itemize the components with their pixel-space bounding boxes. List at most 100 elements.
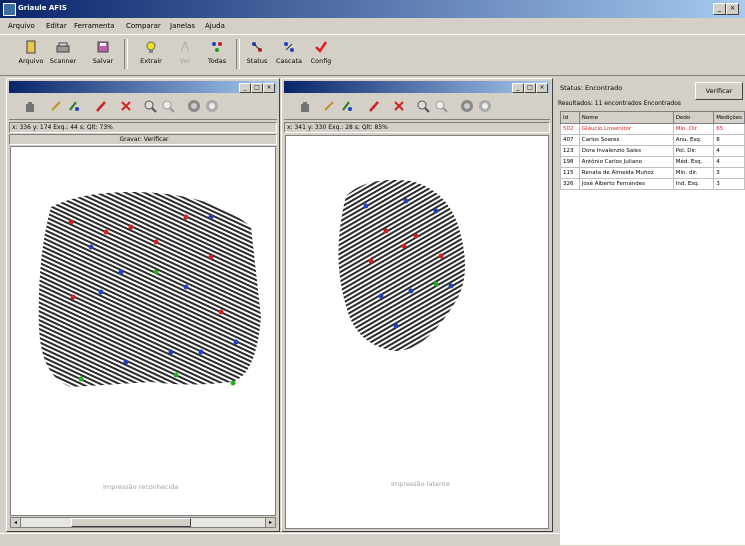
results-summary: Resultados: 11 encontrados Encontrados [558, 100, 682, 107]
results-pane: Status: Encontrado Verificar Resultados:… [555, 78, 745, 545]
left-status-line: x: 336 y: 174 Exq.: 44 s; Qlt: 73% [9, 122, 277, 133]
edit-minutiae-icon[interactable] [67, 99, 81, 113]
row-score: 4 [713, 145, 745, 157]
scanner-button[interactable]: Scanner [46, 38, 80, 72]
ver-button[interactable]: Ver [168, 38, 202, 72]
right-fingerprint-image-area[interactable]: Impressão latente [285, 135, 549, 529]
left-maximize-button[interactable]: □ [251, 83, 263, 93]
scanner-icon [56, 42, 70, 53]
status-button[interactable]: Status [240, 38, 274, 72]
search-status: Status: Encontrado [560, 84, 623, 92]
table-row[interactable]: 115 Renata de Almeida Muñoz Mín. dir. 3 [560, 167, 745, 179]
fingerprint-compare-icon[interactable] [205, 99, 219, 113]
arquivo-button[interactable]: Arquivo [14, 38, 48, 72]
row-finger: Mín. Dir. [672, 123, 715, 135]
ver-label: Ver [179, 57, 191, 65]
zoom-in-icon[interactable] [143, 99, 157, 113]
arquivo-label: Arquivo [18, 57, 44, 65]
config-label: Config [310, 57, 332, 65]
close-button[interactable]: × [726, 3, 739, 15]
row-id: 502 [560, 123, 580, 135]
salvar-button[interactable]: Salvar [86, 38, 120, 72]
col-nome[interactable]: Nome [578, 111, 674, 124]
row-score: 8 [713, 134, 745, 146]
left-close-button[interactable]: × [263, 83, 275, 93]
right-fingerprint-window: _ □ × x: 341 y: 330 Exq.: 28 s; Qlt: 85%… [281, 78, 553, 532]
table-row[interactable]: 123 Dora Invalenzio Sales Pol. Dir. 4 [560, 145, 745, 157]
table-row[interactable]: 326 José Alberto Fernandes Ind. Esq. 3 [560, 178, 745, 190]
delete-minutia-icon[interactable] [119, 99, 133, 113]
col-dedo[interactable]: Dedo [672, 111, 715, 124]
cascata-button[interactable]: Cascata [272, 38, 306, 72]
status-icon [252, 42, 262, 52]
delete-minutia-icon[interactable] [392, 99, 406, 113]
menu-comparar[interactable]: Comparar [126, 22, 161, 30]
col-medicoes[interactable]: Medições [713, 111, 745, 124]
row-id: 198 [560, 156, 580, 168]
menu-janelas[interactable]: Janelas [170, 22, 195, 30]
minimize-button[interactable]: _ [713, 3, 726, 15]
right-image-caption: Impressão latente [391, 480, 450, 488]
add-minutia-icon[interactable] [95, 99, 109, 113]
zoom-out-icon[interactable] [161, 99, 175, 113]
right-close-button[interactable]: × [536, 83, 548, 93]
menu-arquivo[interactable]: Arquivo [8, 22, 35, 30]
window-title: Griaule AFIS [18, 4, 67, 12]
col-id[interactable]: Id [560, 111, 580, 124]
zoom-in-icon[interactable] [416, 99, 430, 113]
cascata-label: Cascata [276, 57, 302, 65]
fingerprint-compare-icon[interactable] [478, 99, 492, 113]
todas-button[interactable]: Todas [200, 38, 234, 72]
menu-ajuda[interactable]: Ajuda [205, 22, 225, 30]
scanner-label: Scanner [49, 57, 77, 65]
row-score: 3 [713, 167, 745, 179]
verify-button[interactable]: Verificar [695, 82, 743, 100]
scroll-thumb[interactable] [71, 518, 191, 527]
row-id: 123 [560, 145, 580, 157]
right-minimize-button[interactable]: _ [512, 83, 524, 93]
view-icon [180, 40, 190, 53]
todas-label: Todas [207, 57, 227, 65]
row-finger: Pol. Dir. [672, 145, 715, 157]
fingerprint-view-icon[interactable] [460, 99, 474, 113]
scroll-right-arrow[interactable]: ▸ [265, 518, 275, 527]
left-minimize-button[interactable]: _ [239, 83, 251, 93]
status-label: Status [246, 57, 268, 65]
main-toolbar: Arquivo Scanner Salvar Extrair Ver Todas… [0, 34, 745, 76]
table-row[interactable]: 407 Carlos Soares Anu. Esq. 8 [560, 134, 745, 146]
row-name: Gláucio Linsenitor [578, 123, 674, 135]
save-icon [97, 41, 109, 53]
results-header-row: Id Nome Dedo Medições [560, 111, 745, 124]
extrair-label: Extrair [140, 57, 162, 65]
right-window-titlebar: _ □ × [284, 81, 550, 93]
toolbar-separator [124, 39, 128, 69]
pencil-icon[interactable] [322, 99, 336, 113]
menu-bar: Arquivo Editar Ferramenta Comparar Janel… [0, 18, 745, 34]
title-bar: Griaule AFIS _ × [0, 0, 745, 18]
row-name: Antônio Carlos Juliano [578, 156, 674, 168]
row-finger: Ind. Esq. [672, 178, 715, 190]
menu-ferramenta[interactable]: Ferramenta [74, 22, 114, 30]
left-horizontal-scrollbar[interactable]: ◂ ▸ [10, 517, 276, 528]
config-button[interactable]: Config [304, 38, 338, 72]
left-sub-status: Gravar: Verificar [9, 134, 277, 145]
table-row[interactable]: 198 Antônio Carlos Juliano Méd. Esq. 4 [560, 156, 745, 168]
left-fingerprint-image-area[interactable]: Impressão reconhecida [10, 146, 276, 516]
cascade-icon [284, 42, 294, 52]
edit-minutiae-icon[interactable] [340, 99, 354, 113]
zoom-out-icon[interactable] [434, 99, 448, 113]
scroll-left-arrow[interactable]: ◂ [11, 518, 21, 527]
left-window-titlebar: _ □ × [9, 81, 277, 93]
row-finger: Méd. Esq. [672, 156, 715, 168]
right-maximize-button[interactable]: □ [524, 83, 536, 93]
extrair-button[interactable]: Extrair [134, 38, 168, 72]
checkmark-icon [315, 41, 328, 53]
row-score: 65 [713, 123, 745, 135]
hand-icon[interactable] [23, 99, 37, 113]
hand-icon[interactable] [298, 99, 312, 113]
menu-editar[interactable]: Editar [46, 22, 67, 30]
table-row[interactable]: 502 Gláucio Linsenitor Mín. Dir. 65 [560, 123, 745, 135]
fingerprint-view-icon[interactable] [187, 99, 201, 113]
add-minutia-icon[interactable] [368, 99, 382, 113]
pencil-icon[interactable] [49, 99, 63, 113]
